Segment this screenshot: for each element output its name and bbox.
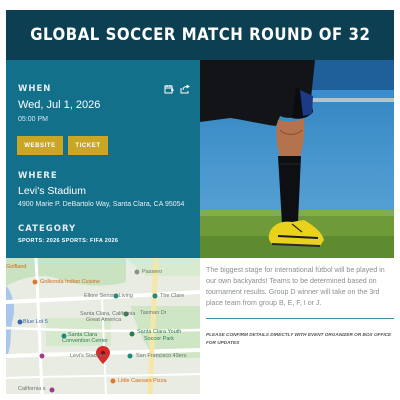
map-label-convention-2: Convention Center: [62, 338, 108, 344]
map-label-ellore: Ellore Sensor Living: [84, 293, 133, 299]
event-photo: [200, 60, 394, 258]
website-button[interactable]: WEBSITE: [17, 136, 63, 155]
map-label-tasman: Tasman Dr: [140, 310, 167, 316]
venue-map[interactable]: Golfland Golkonda Indian Cuisine Passero…: [6, 258, 200, 394]
map-label-49ers: San Francisco 49ers: [136, 353, 187, 359]
map-label-golkonda: Golkonda Indian Cuisine: [40, 279, 100, 285]
venue-name: Levi's Stadium: [18, 185, 86, 197]
category-tags[interactable]: SPORTS: 2026 SPORTS: FIFA 2026: [18, 238, 118, 244]
map-label-great-america-2: Great America: [86, 317, 122, 323]
map-label-california: California s: [18, 386, 46, 392]
map-label-golfland: Golfland: [6, 264, 27, 270]
venue-address: 4900 Marie P. DeBartolo Way, Santa Clara…: [18, 201, 185, 208]
map-label-passero: Passero: [142, 269, 163, 275]
where-label: WHERE: [18, 171, 58, 181]
calendar-add-icon[interactable]: [164, 84, 174, 94]
map-label-blue-lot: Blue Lot 5: [23, 319, 48, 325]
content-divider: [206, 318, 394, 319]
event-description: The biggest stage for international fútb…: [206, 266, 385, 307]
map-label-little-caesars: Little Caesars Pizza: [118, 378, 167, 384]
map-label-clare: The Clare: [160, 293, 185, 299]
event-time: 05:00 PM: [18, 116, 48, 123]
map-label-youth-park-2: Soccer Park: [144, 336, 174, 342]
ticket-button[interactable]: TICKET: [68, 136, 108, 155]
event-title-bar: GLOBAL SOCCER MATCH ROUND OF 32: [6, 10, 394, 60]
event-title: GLOBAL SOCCER MATCH ROUND OF 32: [29, 25, 371, 45]
event-actions: [164, 84, 190, 94]
event-info-panel: WHEN Wed, Jul 1, 2026 05:00 PM WEBSITE T…: [6, 60, 200, 258]
map-label-youth-park-1: Santa Clara Youth: [137, 329, 182, 335]
confirm-details-note: PLEASE CONFIRM DETAILS DIRECTLY WITH EVE…: [206, 332, 392, 345]
category-label: CATEGORY: [18, 224, 77, 234]
when-label: WHEN: [18, 84, 52, 94]
share-icon[interactable]: [180, 84, 190, 94]
event-date: Wed, Jul 1, 2026: [18, 99, 101, 111]
map-label-levis: Levi's Stadium: [70, 353, 106, 359]
